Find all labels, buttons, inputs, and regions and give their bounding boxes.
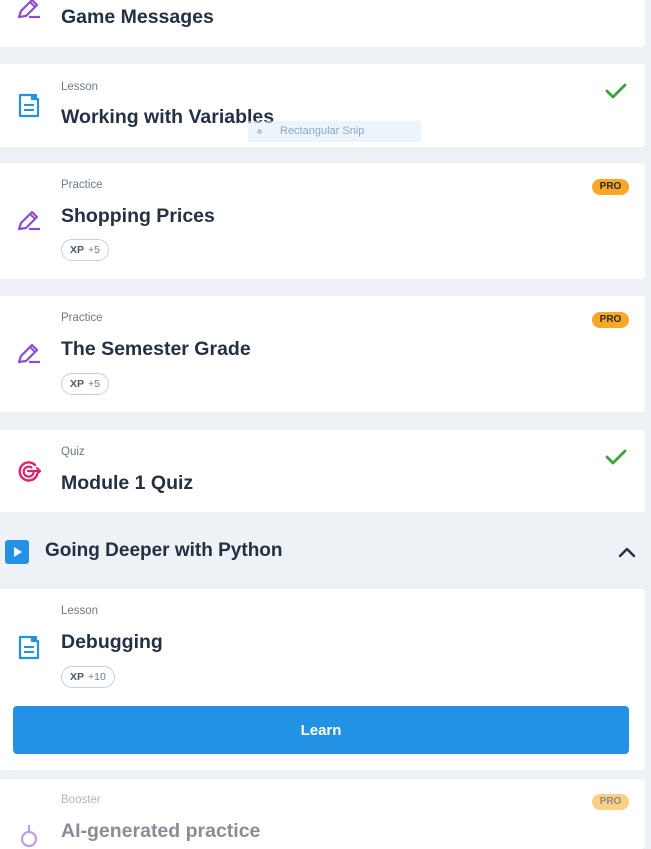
xp-badge: XP +10 bbox=[61, 666, 115, 688]
card-title: Module 1 Quiz bbox=[61, 472, 194, 494]
booster-card-ai-practice[interactable]: Booster AI-generated practice PRO bbox=[0, 779, 645, 849]
xp-badge: XP +5 bbox=[61, 373, 109, 395]
lesson-document-icon bbox=[18, 93, 40, 118]
practice-pencil-icon bbox=[17, 0, 40, 19]
xp-label: XP bbox=[70, 378, 85, 390]
pro-badge: PRO bbox=[592, 179, 629, 195]
xp-value: +10 bbox=[88, 671, 106, 683]
snip-dot-icon bbox=[257, 129, 262, 134]
card-type-label: Lesson bbox=[61, 81, 99, 93]
booster-flask-icon bbox=[20, 825, 38, 848]
section-title: Going Deeper with Python bbox=[45, 540, 283, 561]
snip-label: Rectangular Snip bbox=[280, 125, 365, 137]
quiz-target-icon bbox=[18, 461, 42, 482]
card-type-label: Practice bbox=[61, 312, 103, 324]
card-title: AI-generated practice bbox=[61, 820, 261, 842]
practice-pencil-icon bbox=[17, 210, 40, 231]
xp-value: +5 bbox=[88, 244, 100, 256]
card-title: The Semester Grade bbox=[61, 338, 251, 360]
snipping-tool-tooltip: Rectangular Snip bbox=[248, 121, 421, 142]
card-type-label: Quiz bbox=[61, 446, 85, 458]
card-title: Game Messages bbox=[61, 6, 214, 28]
play-icon bbox=[5, 540, 29, 564]
xp-badge: XP +5 bbox=[61, 239, 109, 261]
pro-badge: PRO bbox=[592, 794, 629, 810]
xp-label: XP bbox=[70, 244, 85, 256]
chevron-up-icon[interactable] bbox=[617, 543, 637, 561]
module-section-header[interactable]: Going Deeper with Python bbox=[0, 530, 645, 574]
practice-card-shopping-prices[interactable]: Practice Shopping Prices XP +5 PRO bbox=[0, 163, 645, 279]
practice-pencil-icon bbox=[17, 343, 40, 364]
xp-label: XP bbox=[70, 671, 85, 683]
card-type-label: Practice bbox=[61, 179, 103, 191]
card-type-label: Booster bbox=[61, 794, 101, 806]
lesson-document-icon bbox=[18, 635, 40, 660]
card-title: Shopping Prices bbox=[61, 205, 215, 227]
quiz-card-module-1[interactable]: Quiz Module 1 Quiz bbox=[0, 430, 645, 512]
completed-check-icon bbox=[605, 83, 627, 99]
lesson-card-game-messages[interactable]: Game Messages bbox=[0, 0, 645, 47]
learn-button[interactable]: Learn bbox=[13, 706, 629, 754]
pro-badge: PRO bbox=[592, 312, 629, 328]
card-title: Working with Variables bbox=[61, 106, 275, 128]
completed-check-icon bbox=[605, 449, 627, 465]
card-type-label: Lesson bbox=[61, 605, 99, 617]
practice-card-semester-grade[interactable]: Practice The Semester Grade XP +5 PRO bbox=[0, 296, 645, 412]
card-title: Debugging bbox=[61, 631, 163, 653]
xp-value: +5 bbox=[88, 378, 100, 390]
